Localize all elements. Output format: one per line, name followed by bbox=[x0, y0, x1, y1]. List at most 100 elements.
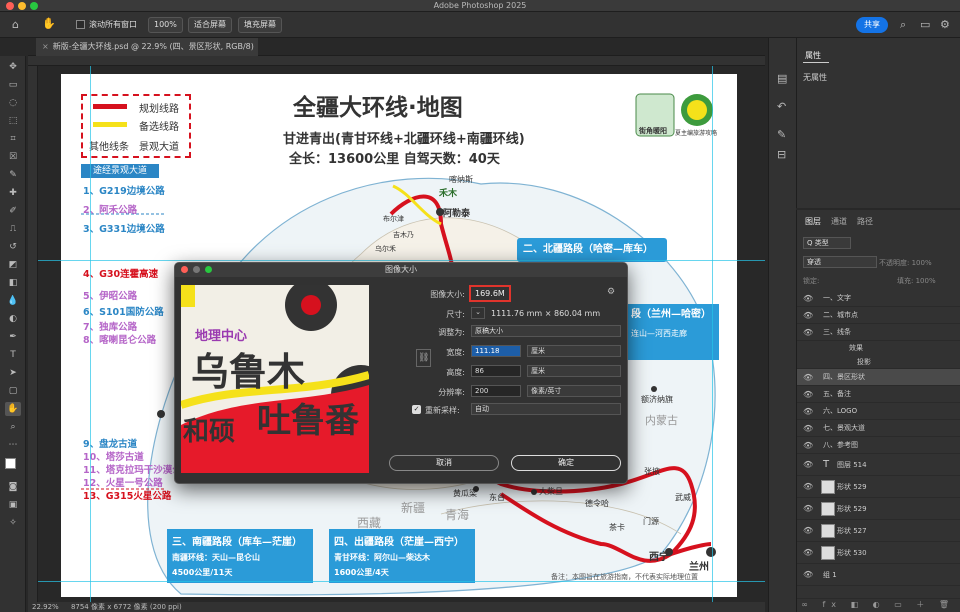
type-tool-icon[interactable]: T bbox=[5, 348, 21, 362]
frame-tool-icon[interactable]: ☒ bbox=[5, 150, 21, 164]
eyedropper-tool-icon[interactable]: ✎ bbox=[5, 168, 21, 182]
brush-settings-icon[interactable]: ✎ bbox=[777, 128, 786, 141]
eraser-tool-icon[interactable]: ◩ bbox=[5, 258, 21, 272]
resample-select[interactable]: 自动 bbox=[471, 403, 621, 415]
path-select-tool-icon[interactable]: ➤ bbox=[5, 366, 21, 380]
layer-row[interactable]: 👁 形状 529 bbox=[797, 476, 960, 498]
layer-comps-icon[interactable]: ▤ bbox=[777, 72, 787, 85]
workspace-icon[interactable]: ▭ bbox=[920, 18, 930, 31]
fit-to-select[interactable]: 原稿大小 bbox=[471, 325, 621, 337]
generative-icon[interactable]: ✧ bbox=[5, 516, 21, 530]
vertical-ruler[interactable] bbox=[28, 66, 38, 602]
more-tools-icon[interactable]: ⋯ bbox=[5, 438, 21, 452]
layer-row[interactable]: 👁 T 图层 514 bbox=[797, 454, 960, 476]
eye-icon[interactable]: 👁 bbox=[803, 307, 813, 324]
dodge-tool-icon[interactable]: ◐ bbox=[5, 312, 21, 326]
rectangle-tool-icon[interactable]: ▢ bbox=[5, 384, 21, 398]
image-preview[interactable]: 地理中心 乌鲁木 吐鲁番 和硕 bbox=[181, 285, 369, 473]
foreground-color-swatch[interactable] bbox=[5, 458, 16, 469]
crop-tool-icon[interactable]: ⌗ bbox=[5, 132, 21, 146]
layer-row[interactable]: 👁 七、景观大道 bbox=[797, 420, 960, 437]
width-input[interactable]: 111.18 bbox=[471, 345, 521, 357]
horizontal-ruler[interactable] bbox=[28, 56, 765, 66]
tab-layers[interactable]: 图层 bbox=[805, 216, 821, 227]
layer-row[interactable]: 👁 六、LOGO bbox=[797, 403, 960, 420]
artboard-tool-icon[interactable]: ▭ bbox=[5, 78, 21, 92]
layers-footer-icons[interactable]: ∞ fx ◧ ◐ ▭ ＋ 🗑 bbox=[797, 598, 960, 612]
height-unit-select[interactable]: 厘米 bbox=[527, 365, 621, 377]
history-icon[interactable]: ↶ bbox=[777, 100, 786, 113]
eye-icon[interactable]: 👁 bbox=[803, 403, 813, 420]
dims-unit-dropdown[interactable]: ⌄ bbox=[471, 307, 485, 319]
cancel-button[interactable]: 取消 bbox=[389, 455, 499, 471]
width-unit-select[interactable]: 厘米 bbox=[527, 345, 621, 357]
eye-icon[interactable]: 👁 bbox=[803, 564, 813, 586]
status-zoom[interactable]: 22.92% bbox=[32, 603, 59, 611]
fill-field[interactable]: 填充: 100% bbox=[897, 276, 936, 286]
fill-screen-button[interactable]: 填充屏幕 bbox=[238, 17, 282, 33]
layer-row[interactable]: 👁 组 1 bbox=[797, 564, 960, 586]
zoom-tool-icon[interactable]: ⌕ bbox=[5, 420, 21, 434]
hand-tool-icon[interactable]: ✋ bbox=[5, 402, 21, 416]
eye-icon[interactable]: 👁 bbox=[803, 476, 813, 498]
clone-stamp-tool-icon[interactable]: ⎍ bbox=[5, 222, 21, 236]
eye-icon[interactable]: 👁 bbox=[803, 542, 813, 564]
dialog-close-button[interactable] bbox=[181, 266, 188, 273]
eye-icon[interactable]: 👁 bbox=[803, 498, 813, 520]
share-button[interactable]: 共享 bbox=[856, 17, 888, 33]
object-select-tool-icon[interactable]: ⬚ bbox=[5, 114, 21, 128]
tab-paths[interactable]: 路径 bbox=[857, 216, 873, 227]
resample-checkbox[interactable]: ✓ bbox=[412, 405, 421, 414]
search-icon[interactable]: ⌕ bbox=[900, 18, 906, 32]
dialog-gear-icon[interactable]: ⚙ bbox=[607, 287, 615, 297]
properties-tab[interactable]: 属性 bbox=[805, 50, 821, 61]
tab-channels[interactable]: 通道 bbox=[831, 216, 847, 227]
guide-vertical-right[interactable] bbox=[712, 66, 713, 602]
eye-icon[interactable]: 👁 bbox=[803, 290, 813, 307]
pen-tool-icon[interactable]: ✒ bbox=[5, 330, 21, 344]
layer-row[interactable]: 👁 形状 527 bbox=[797, 520, 960, 542]
guide-horizontal[interactable] bbox=[38, 260, 765, 261]
height-input[interactable]: 86 bbox=[471, 365, 521, 377]
layer-row[interactable]: 👁 八、参考图 bbox=[797, 437, 960, 454]
settings-icon[interactable]: ⚙ bbox=[940, 18, 950, 31]
layer-row-selected[interactable]: 👁 四、景区形状 bbox=[797, 369, 960, 386]
eye-icon[interactable]: 👁 bbox=[803, 520, 813, 542]
move-tool-icon[interactable]: ✥ bbox=[5, 60, 21, 74]
hand-tool-icon[interactable]: ✋ bbox=[42, 17, 56, 30]
eye-icon[interactable]: 👁 bbox=[803, 386, 813, 403]
dialog-zoom-button[interactable] bbox=[205, 266, 212, 273]
history-brush-tool-icon[interactable]: ↺ bbox=[5, 240, 21, 254]
healing-brush-tool-icon[interactable]: ✚ bbox=[5, 186, 21, 200]
layer-row[interactable]: 👁 三、线条 bbox=[797, 324, 960, 341]
home-icon[interactable]: ⌂ bbox=[12, 18, 19, 31]
ok-button[interactable]: 确定 bbox=[511, 455, 621, 471]
eye-icon[interactable]: 👁 bbox=[803, 324, 813, 341]
close-tab-icon[interactable]: × bbox=[42, 42, 49, 51]
layer-effect-row[interactable]: 投影 bbox=[797, 355, 960, 369]
eye-icon[interactable]: 👁 bbox=[803, 369, 813, 386]
eye-icon[interactable]: 👁 bbox=[803, 454, 813, 476]
quick-mask-icon[interactable]: ◙ bbox=[5, 480, 21, 494]
layer-row[interactable]: 👁 二、城市点 bbox=[797, 307, 960, 324]
eye-icon[interactable]: 👁 bbox=[803, 437, 813, 454]
blur-tool-icon[interactable]: 💧 bbox=[5, 294, 21, 308]
blend-mode-select[interactable]: 穿透 bbox=[803, 256, 877, 268]
resolution-input[interactable]: 200 bbox=[471, 385, 521, 397]
document-tab[interactable]: ×新版-全疆大环线.psd @ 22.9% (四、景区形状, RGB/8) * bbox=[36, 38, 258, 69]
gradient-tool-icon[interactable]: ◧ bbox=[5, 276, 21, 290]
screen-mode-icon[interactable]: ▣ bbox=[5, 498, 21, 512]
lasso-tool-icon[interactable]: ◌ bbox=[5, 96, 21, 110]
fit-screen-button[interactable]: 适合屏幕 bbox=[188, 17, 232, 33]
guide-vertical[interactable] bbox=[90, 66, 91, 602]
layer-row[interactable]: 👁 形状 529 bbox=[797, 498, 960, 520]
eye-icon[interactable]: 👁 bbox=[803, 420, 813, 437]
layer-row[interactable]: 👁 一、文字 bbox=[797, 290, 960, 307]
scroll-all-checkbox[interactable] bbox=[76, 20, 85, 29]
layer-row[interactable]: 👁 五、备注 bbox=[797, 386, 960, 403]
adjustments-icon[interactable]: ⊟ bbox=[777, 148, 786, 161]
opacity-field[interactable]: 不透明度: 100% bbox=[879, 258, 932, 268]
resolution-unit-select[interactable]: 像素/英寸 bbox=[527, 385, 621, 397]
zoom-100-button[interactable]: 100% bbox=[148, 17, 183, 33]
layer-effect-row[interactable]: 效果 bbox=[797, 341, 960, 355]
